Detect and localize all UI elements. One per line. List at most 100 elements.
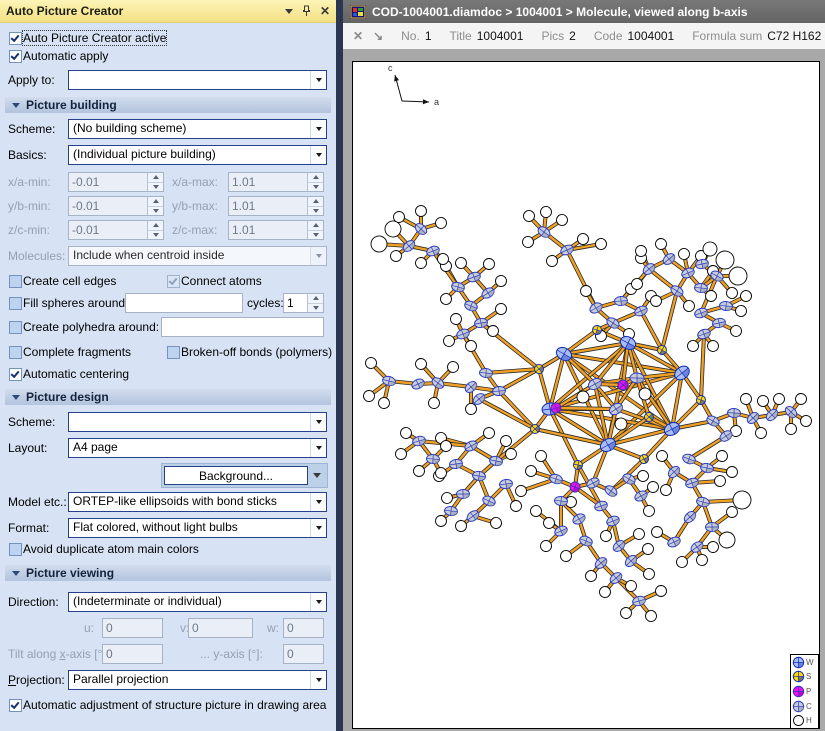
format-combobox[interactable]: Flat colored, without light bulbs xyxy=(68,518,327,538)
model-combobox[interactable]: ORTEP-like ellipsoids with bond sticks xyxy=(68,492,327,512)
projection-combobox[interactable]: Parallel projection xyxy=(68,670,327,690)
cycles-spinner[interactable]: 1 xyxy=(283,293,324,313)
checkbox-automatic-adjustment-label[interactable]: Automatic adjustment of structure pictur… xyxy=(23,698,326,712)
background-dropdown-button[interactable] xyxy=(308,466,325,485)
nav-field-formula[interactable]: Formula sumC72 H162 P6 S8 W6 xyxy=(692,29,825,43)
checkbox-automatic-centering-label[interactable]: Automatic centering xyxy=(23,367,129,381)
direction-dropdown-button[interactable] xyxy=(310,593,326,611)
document-title-bar[interactable]: COD-1004001.diamdoc > 1004001 > Molecule… xyxy=(343,0,825,23)
nav-field-title[interactable]: Title1004001 xyxy=(450,29,524,43)
molecules-combobox[interactable]: Include when centroid inside xyxy=(68,246,327,266)
checkbox-auto-picture-creator-active[interactable] xyxy=(9,32,22,45)
checkbox-connect-atoms-label[interactable]: Connect atoms xyxy=(181,274,262,288)
design-scheme-dropdown-button[interactable] xyxy=(310,413,326,431)
model-dropdown-button[interactable] xyxy=(310,493,326,511)
bond xyxy=(499,391,535,429)
atom xyxy=(727,408,740,418)
w-field[interactable]: 0 xyxy=(283,618,324,638)
pin-icon[interactable] xyxy=(301,5,312,17)
checkbox-fill-spheres[interactable] xyxy=(9,297,22,310)
layout-combobox[interactable]: A4 page xyxy=(68,438,327,458)
checkbox-avoid-duplicate-colors[interactable] xyxy=(9,543,22,556)
checkbox-create-cell-edges-label[interactable]: Create cell edges xyxy=(23,274,116,288)
close-icon[interactable]: ✕ xyxy=(353,29,363,43)
format-dropdown-button[interactable] xyxy=(310,519,326,537)
tilt-y-field[interactable]: 0 xyxy=(283,644,324,664)
tilt-x-field[interactable]: 0 xyxy=(102,644,163,664)
spinner-buttons[interactable] xyxy=(147,221,163,239)
spinner-buttons[interactable] xyxy=(307,221,323,239)
checkbox-automatic-apply[interactable] xyxy=(9,50,22,63)
molecules-dropdown-button[interactable] xyxy=(310,247,326,265)
background-button[interactable]: Background... xyxy=(164,466,308,485)
drawing-canvas[interactable]: ca WSPCH xyxy=(343,49,825,731)
yb-max-label: y/b-max: xyxy=(172,199,218,213)
hydrogen-atom xyxy=(653,583,669,599)
arrow-southeast-icon[interactable]: ↘ xyxy=(373,29,383,43)
xa-max-spinner[interactable]: 1.01 xyxy=(228,172,324,192)
atom-type-legend[interactable]: WSPCH xyxy=(790,654,819,729)
checkbox-create-polyhedra-label[interactable]: Create polyhedra around: xyxy=(23,320,159,334)
fill-spheres-input[interactable] xyxy=(125,293,243,313)
panel-splitter[interactable] xyxy=(336,0,343,731)
spinner-buttons[interactable] xyxy=(307,173,323,191)
yb-min-spinner[interactable]: -0.01 xyxy=(68,196,164,216)
checkbox-broken-off-bonds[interactable] xyxy=(167,346,180,359)
chevron-down-icon[interactable] xyxy=(285,9,293,14)
section-picture-viewing-label: Picture viewing xyxy=(26,566,114,580)
hydrogen-atom xyxy=(642,504,657,519)
nav-field-no[interactable]: No.1 xyxy=(401,29,431,43)
checkbox-avoid-duplicate-colors-label[interactable]: Avoid duplicate atom main colors xyxy=(23,542,199,556)
checkbox-complete-fragments[interactable] xyxy=(9,346,22,359)
hydrogen-atom xyxy=(599,529,613,543)
apply-to-combobox[interactable] xyxy=(68,70,327,90)
checkbox-broken-off-bonds-label[interactable]: Broken-off bonds (polymers) xyxy=(181,345,332,359)
checkbox-auto-picture-creator-active-label[interactable]: Auto Picture Creator active xyxy=(23,31,166,45)
building-scheme-dropdown-button[interactable] xyxy=(310,120,326,138)
structure-drawing[interactable]: ca xyxy=(353,62,819,728)
spinner-buttons[interactable] xyxy=(147,173,163,191)
checkbox-create-cell-edges[interactable] xyxy=(9,275,22,288)
design-scheme-combobox[interactable] xyxy=(68,412,327,432)
checkbox-automatic-centering[interactable] xyxy=(9,368,22,381)
bond xyxy=(556,408,616,409)
close-icon[interactable]: ✕ xyxy=(320,5,330,17)
checkbox-complete-fragments-label[interactable]: Complete fragments xyxy=(23,345,131,359)
checkbox-automatic-adjustment[interactable] xyxy=(9,699,22,712)
nav-field-pics[interactable]: Pics2 xyxy=(541,29,575,43)
checkbox-connect-atoms[interactable] xyxy=(167,275,180,288)
checkbox-fill-spheres-label[interactable]: Fill spheres around: xyxy=(23,296,128,310)
section-picture-design[interactable]: Picture design xyxy=(5,389,331,405)
building-scheme-combobox[interactable]: (No building scheme) xyxy=(68,119,327,139)
cycles-value: 1 xyxy=(284,294,307,312)
nav-field-code[interactable]: Code1004001 xyxy=(594,29,674,43)
apply-to-dropdown-button[interactable] xyxy=(310,71,326,89)
drawing-page[interactable]: ca WSPCH xyxy=(352,61,820,729)
v-field[interactable]: 0 xyxy=(188,618,253,638)
format-label: Format: xyxy=(8,521,49,535)
projection-dropdown-button[interactable] xyxy=(310,671,326,689)
hydrogen-atom xyxy=(635,468,650,483)
tilt-x-label: Tilt along x-axis [°]: xyxy=(8,647,109,661)
panel-title: Auto Picture Creator xyxy=(6,4,123,18)
u-field[interactable]: 0 xyxy=(102,618,163,638)
yb-max-spinner[interactable]: 1.01 xyxy=(228,196,324,216)
direction-combobox[interactable]: (Indeterminate or individual) xyxy=(68,592,327,612)
section-picture-viewing[interactable]: Picture viewing xyxy=(5,565,331,581)
section-picture-building[interactable]: Picture building xyxy=(5,97,331,113)
checkbox-automatic-apply-label[interactable]: Automatic apply xyxy=(23,49,108,63)
spinner-buttons[interactable] xyxy=(307,197,323,215)
layout-dropdown-button[interactable] xyxy=(310,439,326,457)
spinner-buttons[interactable] xyxy=(147,197,163,215)
panel-title-bar[interactable]: Auto Picture Creator ✕ xyxy=(0,0,336,23)
create-polyhedra-input[interactable] xyxy=(161,317,324,337)
basics-dropdown-button[interactable] xyxy=(310,146,326,164)
hydrogen-atom xyxy=(376,395,391,410)
basics-combobox[interactable]: (Individual picture building) xyxy=(68,145,327,165)
spinner-buttons[interactable] xyxy=(307,294,323,312)
zc-max-spinner[interactable]: 1.01 xyxy=(228,220,324,240)
xa-min-spinner[interactable]: -0.01 xyxy=(68,172,164,192)
background-split-button[interactable]: Background... xyxy=(161,463,328,488)
checkbox-create-polyhedra[interactable] xyxy=(9,321,22,334)
zc-min-spinner[interactable]: -0.01 xyxy=(68,220,164,240)
